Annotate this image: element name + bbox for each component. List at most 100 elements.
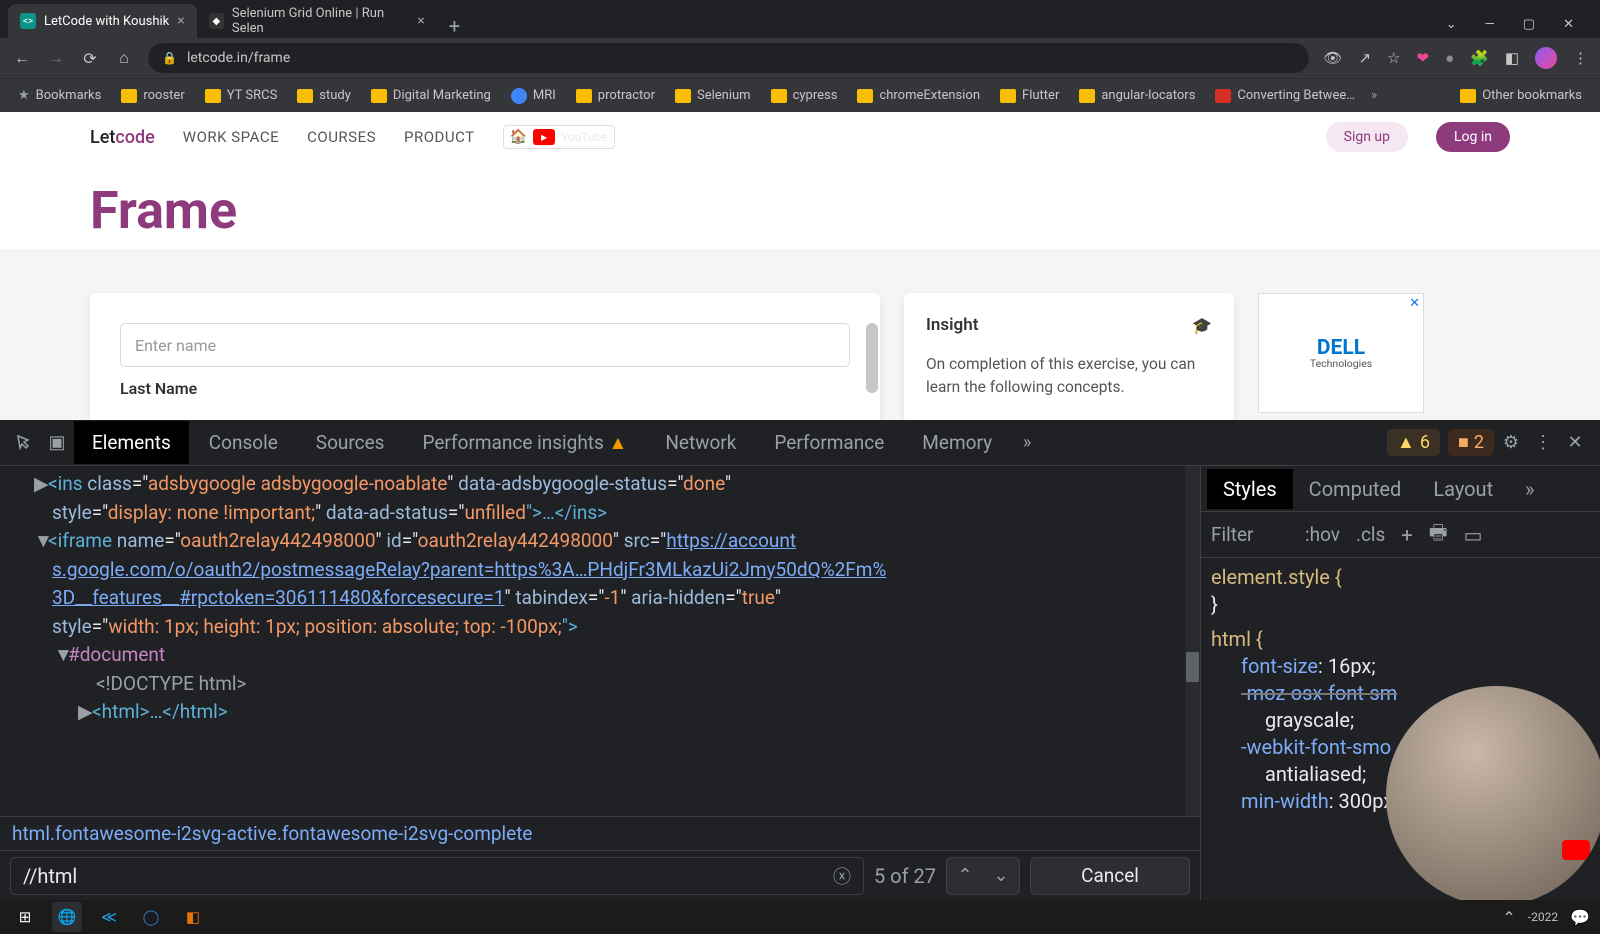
other-bookmarks[interactable]: Other bookmarks bbox=[1452, 88, 1590, 103]
app-icon[interactable]: ◯ bbox=[136, 902, 166, 932]
close-devtools-icon[interactable]: ✕ bbox=[1560, 428, 1590, 458]
inspect-icon[interactable] bbox=[10, 428, 40, 458]
bm-converting[interactable]: Converting Betwee… bbox=[1207, 88, 1363, 103]
breadcrumb[interactable]: html.fontawesome-i2svg-active.fontawesom… bbox=[0, 816, 1200, 850]
bookmark-star-icon[interactable]: ☆ bbox=[1387, 49, 1400, 67]
bm-study[interactable]: study bbox=[289, 88, 359, 103]
notification-icon[interactable]: 💬 bbox=[1570, 908, 1590, 927]
chrome-icon[interactable]: 🌐 bbox=[52, 902, 82, 932]
start-icon[interactable]: ⊞ bbox=[10, 902, 40, 932]
lock-icon: 🔒 bbox=[162, 51, 177, 65]
scrollbar-thumb[interactable] bbox=[866, 323, 878, 393]
youtube-button[interactable]: 🏠 ▶ YouTube bbox=[503, 125, 615, 149]
name-input[interactable]: Enter name bbox=[120, 323, 850, 367]
chevron-down-icon[interactable]: ⌄ bbox=[1446, 17, 1457, 32]
chevron-up-icon[interactable]: ⌃ bbox=[1502, 908, 1515, 927]
tab-computed[interactable]: Computed bbox=[1293, 469, 1418, 509]
kebab-icon[interactable]: ⋮ bbox=[1528, 428, 1558, 458]
bm-angular[interactable]: angular-locators bbox=[1071, 88, 1203, 103]
insight-title: Insight bbox=[926, 315, 978, 335]
dom-tree[interactable]: ▶<ins class="adsbygoogle adsbygoogle-noa… bbox=[0, 466, 1200, 816]
bm-selenium[interactable]: Selenium bbox=[667, 88, 759, 103]
tab-elements[interactable]: Elements bbox=[74, 421, 189, 464]
extension-icon[interactable]: ● bbox=[1445, 49, 1454, 67]
tab-sources[interactable]: Sources bbox=[298, 421, 403, 464]
print-icon[interactable]: 🖶 bbox=[1429, 518, 1448, 552]
address-bar[interactable]: 🔒 letcode.in/frame bbox=[148, 43, 1309, 73]
minimize-icon[interactable]: — bbox=[1485, 17, 1495, 32]
eye-icon[interactable]: 👁 bbox=[1323, 49, 1342, 67]
cancel-button[interactable]: Cancel bbox=[1030, 857, 1190, 895]
gear-icon[interactable]: ⚙ bbox=[1496, 428, 1526, 458]
clear-find-icon[interactable]: ⓧ bbox=[833, 863, 851, 889]
warnings-badge[interactable]: ▲ 6 bbox=[1387, 429, 1440, 456]
bm-mri[interactable]: MRI bbox=[503, 88, 564, 104]
bm-rooster[interactable]: rooster bbox=[113, 88, 192, 103]
close-ad-icon[interactable]: ✕ bbox=[1409, 296, 1420, 311]
bm-protractor[interactable]: protractor bbox=[568, 88, 663, 103]
tab-memory[interactable]: Memory bbox=[904, 421, 1010, 464]
close-window-icon[interactable]: ✕ bbox=[1563, 17, 1574, 32]
hov-toggle[interactable]: :hov bbox=[1305, 523, 1340, 546]
find-input[interactable]: //html ⓧ bbox=[10, 857, 864, 895]
css-rules[interactable]: element.style { } html { font-size: 16px… bbox=[1201, 558, 1600, 900]
clock[interactable]: -2022 bbox=[1528, 910, 1558, 924]
ad-sub: Technologies bbox=[1310, 357, 1372, 370]
signup-button[interactable]: Sign up bbox=[1326, 122, 1408, 152]
maximize-icon[interactable]: ▢ bbox=[1523, 17, 1535, 32]
bm-digital[interactable]: Digital Marketing bbox=[363, 88, 499, 103]
ad-card[interactable]: ✕ DELL Technologies bbox=[1258, 293, 1424, 413]
reload-icon[interactable]: ⟳ bbox=[80, 48, 100, 68]
close-icon[interactable]: × bbox=[417, 13, 424, 29]
kebab-menu-icon[interactable]: ⋮ bbox=[1573, 49, 1588, 67]
home-icon[interactable]: ⌂ bbox=[114, 48, 134, 68]
nav-workspace[interactable]: WORK SPACE bbox=[183, 128, 279, 146]
tab-title: LetCode with Koushik bbox=[44, 14, 169, 29]
heart-icon[interactable]: ❤ bbox=[1416, 49, 1429, 67]
back-icon[interactable]: ← bbox=[12, 48, 32, 68]
cls-toggle[interactable]: .cls bbox=[1356, 523, 1385, 546]
find-prev-icon[interactable]: ⌃ bbox=[947, 858, 983, 894]
tab-performance[interactable]: Performance bbox=[756, 421, 902, 464]
tab-console[interactable]: Console bbox=[191, 421, 296, 464]
more-tabs-icon[interactable]: » bbox=[1012, 428, 1042, 458]
tab-network[interactable]: Network bbox=[647, 421, 754, 464]
overflow-chevron-icon[interactable]: » bbox=[1371, 88, 1377, 103]
share-icon[interactable]: ↗ bbox=[1358, 49, 1371, 67]
nav-product[interactable]: PRODUCT bbox=[404, 128, 475, 146]
login-button[interactable]: Log in bbox=[1436, 122, 1510, 152]
windows-taskbar: ⊞ 🌐 ≪ ◯ ◧ ⌃ -2022 💬 bbox=[0, 900, 1600, 934]
tab-styles[interactable]: Styles bbox=[1207, 469, 1293, 509]
bm-chromeext[interactable]: chromeExtension bbox=[849, 88, 988, 103]
close-icon[interactable]: × bbox=[177, 13, 184, 29]
camtasia-icon[interactable]: ◧ bbox=[178, 902, 208, 932]
site-logo[interactable]: Letcode bbox=[90, 127, 155, 148]
bm-cypress[interactable]: cypress bbox=[763, 88, 846, 103]
vscode-icon[interactable]: ≪ bbox=[94, 902, 124, 932]
new-tab-button[interactable]: + bbox=[437, 14, 472, 38]
plus-icon[interactable]: + bbox=[1401, 523, 1412, 547]
sidepanel-icon[interactable]: ◧ bbox=[1505, 49, 1519, 67]
tab-perf-insights[interactable]: Performance insights ▲ bbox=[404, 421, 645, 465]
panel-icon[interactable]: ▭ bbox=[1464, 523, 1483, 547]
last-name-label: Last Name bbox=[120, 379, 850, 398]
tab-selenium-grid[interactable]: ◆ Selenium Grid Online | Run Selen × bbox=[197, 4, 437, 38]
errors-badge[interactable]: ■ 2 bbox=[1448, 429, 1494, 456]
tab-layout[interactable]: Layout bbox=[1417, 469, 1509, 509]
puzzle-icon[interactable]: 🧩 bbox=[1470, 49, 1489, 67]
forward-icon[interactable]: → bbox=[46, 48, 66, 68]
bookmarks-bar: ★Bookmarks rooster YT SRCS study Digital… bbox=[0, 78, 1600, 112]
profile-avatar[interactable] bbox=[1535, 47, 1557, 69]
bm-flutter[interactable]: Flutter bbox=[992, 88, 1067, 103]
insight-text: On completion of this exercise, you can … bbox=[926, 353, 1212, 400]
scrollbar-track[interactable] bbox=[1185, 466, 1200, 816]
bookmarks-label[interactable]: ★Bookmarks bbox=[10, 88, 109, 103]
device-icon[interactable]: ▣ bbox=[42, 428, 72, 458]
scrollbar-thumb[interactable] bbox=[1186, 652, 1199, 682]
more-icon[interactable]: » bbox=[1509, 469, 1550, 509]
bm-ytsrcs[interactable]: YT SRCS bbox=[197, 88, 286, 103]
filter-input[interactable]: Filter bbox=[1211, 523, 1289, 546]
find-next-icon[interactable]: ⌄ bbox=[983, 858, 1019, 894]
tab-letcode[interactable]: <> LetCode with Koushik × bbox=[8, 4, 197, 38]
nav-courses[interactable]: COURSES bbox=[307, 128, 376, 146]
